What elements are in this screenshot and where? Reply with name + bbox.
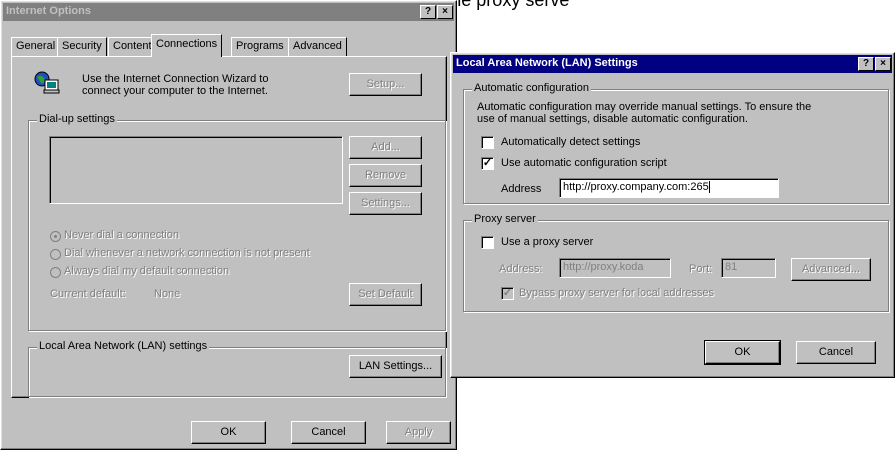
lan-close-button[interactable]: × [875,57,891,71]
use-proxy-label: Use a proxy server [501,236,594,248]
port-label: Port: [689,263,713,275]
lan-ok-button[interactable]: OK [704,340,781,365]
use-script-label: Use automatic configuration script [501,157,667,169]
apply-button[interactable]: Apply [386,421,451,444]
port-input[interactable]: 81 [721,258,776,278]
radio-always-dial[interactable] [50,267,61,278]
wizard-text-line2: connect your computer to the Internet. [82,85,268,97]
radio-always-dial-label: Always dial my default connection [64,265,230,277]
current-default-value: None [154,288,181,300]
tab-programs[interactable]: Programs [231,37,289,56]
auto-config-description-line2: use of manual settings, disable automati… [477,113,748,125]
radio-never-dial-label: Never dial a connection [64,229,179,241]
lan-settings-dialog: Local Area Network (LAN) Settings ? × Au… [450,52,895,378]
lan-settings-titlebar[interactable]: Local Area Network (LAN) Settings ? × [453,55,892,73]
add-button[interactable]: Add... [349,136,422,159]
radio-dial-whenever-label: Dial whenever a network connection is no… [64,247,310,259]
advanced-button[interactable]: Advanced... [791,258,871,281]
remove-button[interactable]: Remove [349,164,422,187]
lan-settings-button[interactable]: LAN Settings... [349,355,442,378]
internet-options-cancel-button[interactable]: Cancel [291,421,366,444]
current-default-label: Current default: [50,288,126,300]
internet-options-title: Internet Options [6,5,91,17]
tab-general[interactable]: General [11,37,61,56]
radio-dial-whenever[interactable] [50,249,61,260]
auto-detect-checkbox[interactable] [481,136,494,149]
auto-detect-label: Automatically detect settings [501,136,641,148]
wizard-text-line1: Use the Internet Connection Wizard to [82,73,269,85]
help-button[interactable]: ? [420,5,436,19]
dialup-settings-legend: Dial-up settings [37,113,117,125]
proxy-address-label: Address: [499,263,543,275]
tab-content[interactable]: Content [108,37,157,56]
address-label: Address [501,183,542,195]
proxy-server-legend: Proxy server [472,213,538,225]
script-address-value: http://proxy.company.com:265 [563,181,709,193]
tab-connections[interactable]: Connections [151,34,223,57]
proxy-address-input[interactable]: http://proxy.koda [559,258,671,278]
tab-advanced[interactable]: Advanced [288,37,347,56]
tab-security[interactable]: Security [57,37,107,56]
bypass-local-label: Bypass proxy server for local addresses [519,287,715,299]
lan-settings-legend: Local Area Network (LAN) settings [37,340,210,352]
radio-never-dial[interactable] [50,231,61,242]
script-address-input[interactable]: http://proxy.company.com:265 [559,178,779,198]
lan-help-button[interactable]: ? [858,57,874,71]
internet-options-titlebar[interactable]: Internet Options ? × [3,3,454,21]
connection-wizard-icon [34,71,62,95]
setup-button[interactable]: Setup... [349,73,422,96]
use-proxy-checkbox[interactable] [481,236,494,249]
bypass-local-checkbox[interactable]: ✓ [501,287,514,300]
dialup-settings-button[interactable]: Settings... [349,192,422,215]
auto-config-description-line1: Automatic configuration may override man… [477,101,812,113]
lan-cancel-button[interactable]: Cancel [796,341,876,364]
dialup-connections-list[interactable] [49,136,343,204]
close-button[interactable]: × [437,5,453,19]
use-script-checkbox[interactable]: ✓ [481,157,494,170]
text-cursor [708,181,710,194]
connections-tab-panel: Use the Internet Connection Wizard to co… [11,56,447,398]
internet-options-dialog: Internet Options ? × General Security Co… [0,0,457,450]
automatic-configuration-legend: Automatic configuration [472,82,591,94]
set-default-button[interactable]: Set Default [349,283,422,306]
lan-settings-title: Local Area Network (LAN) Settings [456,57,638,69]
internet-options-ok-button[interactable]: OK [191,421,266,444]
